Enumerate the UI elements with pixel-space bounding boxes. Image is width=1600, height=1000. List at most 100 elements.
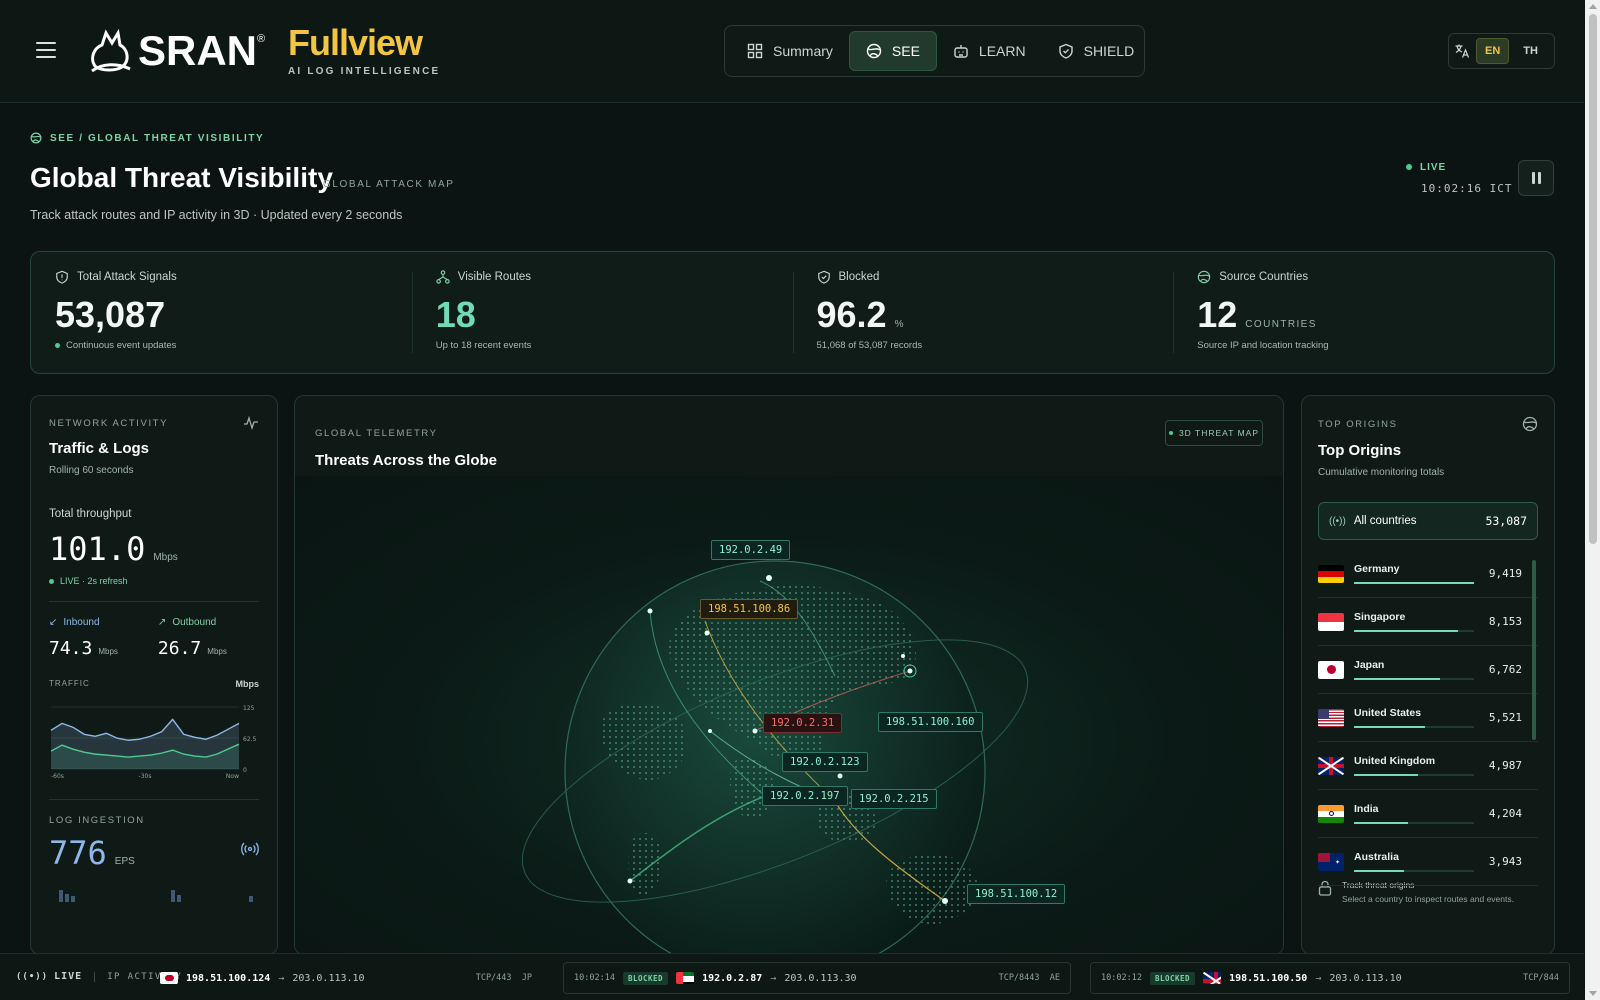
origin-bar-fill: [1354, 822, 1408, 824]
shield-icon: [56, 270, 68, 284]
origin-bar-fill: [1354, 774, 1418, 776]
nav-summary[interactable]: Summary: [731, 31, 849, 71]
nav-learn[interactable]: LEARN: [937, 31, 1042, 71]
stat-visible-routes: Visible Routes 18 Up to 18 recent events: [411, 252, 793, 373]
origin-bar-fill: [1354, 582, 1474, 584]
shield-icon: [1058, 43, 1073, 59]
origin-row-germany[interactable]: Germany 9,419: [1318, 550, 1538, 598]
scroll-down-arrow[interactable]: [1589, 991, 1597, 996]
origin-value: 4,204: [1488, 807, 1522, 820]
outbound-arrow-icon: ↗: [157, 617, 167, 628]
origin-row-japan[interactable]: Japan 6,762: [1318, 646, 1538, 694]
origin-bar-fill: [1354, 678, 1441, 680]
stat-value: 96.2: [816, 294, 887, 335]
stat-blocked: Blocked 96.2% 51,068 of 53,087 records: [792, 252, 1174, 373]
nav-summary-label: Summary: [773, 43, 833, 59]
ticker-protocol: TCP/443 JP: [475, 973, 532, 983]
origin-name: Australia: [1354, 851, 1399, 863]
logo-registered: ®: [257, 33, 266, 45]
log-ingestion-unit: EPS: [114, 856, 135, 867]
ticker-dest-ip: 203.0.113.10: [1329, 972, 1402, 984]
panel-eyebrow: NETWORK ACTIVITY: [49, 417, 169, 429]
sran-logo[interactable]: SRAN ®: [88, 26, 265, 76]
ticker-item[interactable]: 10:02:12 BLOCKED 198.51.100.50 → 203.0.113.1…: [1090, 962, 1570, 994]
arrow-right-icon: →: [1315, 972, 1322, 984]
lang-en-button[interactable]: EN: [1476, 38, 1510, 64]
list-scrollbar[interactable]: [1532, 560, 1536, 740]
brand-title: Fullview: [288, 22, 423, 63]
logo-text: SRAN: [138, 27, 258, 74]
stat-note: Source IP and location tracking: [1197, 340, 1329, 351]
log-ingestion-value: 776: [49, 834, 107, 872]
nav-shield[interactable]: SHIELD: [1042, 31, 1151, 71]
top-origins-panel: TOP ORIGINS Top Origins Cumulative monit…: [1301, 395, 1555, 955]
all-countries-label: All countries: [1353, 515, 1417, 527]
stat-label: Blocked: [838, 271, 880, 283]
log-bars-chart: [59, 890, 253, 902]
inbound-value: 74.3: [49, 638, 93, 659]
origin-name: Japan: [1354, 659, 1385, 671]
ip-tag-192.0.2.49[interactable]: 192.0.2.49: [711, 540, 791, 560]
scroll-up-arrow[interactable]: [1589, 4, 1597, 9]
ip-tag-192.0.2.197[interactable]: 192.0.2.197: [762, 786, 848, 806]
arrow-right-icon: →: [278, 972, 285, 984]
page-scrollbar[interactable]: [1585, 0, 1600, 1000]
all-countries-button[interactable]: ((•)) All countries 53,087: [1318, 502, 1538, 540]
panel-title: Threats Across the Globe: [315, 452, 497, 469]
ticker-source-ip: 198.51.100.50: [1229, 972, 1308, 984]
origin-row-australia[interactable]: ✦ Australia 3,943: [1318, 838, 1538, 886]
globe-icon: [30, 132, 42, 144]
panel-subtitle: Cumulative monitoring totals: [1318, 467, 1445, 478]
ip-tag-192.0.2.215[interactable]: 192.0.2.215: [851, 789, 937, 809]
origin-bar-fill: [1354, 726, 1425, 728]
inbound-metric: ↙ Inbound 74.3 Mbps: [49, 617, 118, 659]
ticker-item[interactable]: 10:02:14 BLOCKED 192.0.2.87 → 203.0.113.30 TC…: [563, 962, 1071, 994]
status-badge: BLOCKED: [1149, 971, 1196, 985]
origin-value: 4,987: [1488, 759, 1522, 772]
translate-icon: [1455, 44, 1470, 58]
pause-icon-bar: [1537, 172, 1541, 184]
divider: [49, 799, 259, 800]
globe-icon: [1522, 416, 1538, 432]
pause-button[interactable]: [1518, 160, 1554, 196]
origin-value: 3,943: [1488, 855, 1522, 868]
ticker-dest-ip: 203.0.113.30: [784, 972, 857, 984]
origins-list[interactable]: Germany 9,419 Singapore 8,153 Japan 6,762 Unit…: [1318, 550, 1538, 886]
origin-row-united-kingdom[interactable]: United Kingdom 4,987: [1318, 742, 1538, 790]
origin-value: 6,762: [1488, 663, 1522, 676]
nav-see[interactable]: SEE: [848, 31, 937, 71]
throughput-value: 101.0: [49, 530, 146, 568]
threat-globe[interactable]: 192.0.2.49 198.51.100.86 192.0.2.31 198.…: [295, 476, 1283, 954]
ticker-item[interactable]: 198.51.100.124 → 203.0.113.10 TCP/443 JP: [150, 962, 542, 994]
ip-tag-198.51.100.86[interactable]: 198.51.100.86: [700, 599, 799, 619]
flag-jp-icon: [1318, 660, 1344, 679]
panel-eyebrow: TOP ORIGINS: [1318, 418, 1398, 430]
main-nav: Summary SEE LEARN SHIELD: [724, 25, 1145, 77]
origin-row-united-states[interactable]: United States 5,521: [1318, 694, 1538, 742]
divider: [49, 601, 259, 602]
stat-unit: COUNTRIES: [1245, 319, 1317, 330]
stat-value: 12: [1197, 294, 1238, 335]
scroll-thumb[interactable]: [1589, 14, 1597, 544]
ip-tag-192.0.2.123[interactable]: 192.0.2.123: [782, 752, 868, 772]
divider: [94, 971, 96, 982]
stat-source-countries: Source Countries 12 COUNTRIES Source IP a…: [1173, 252, 1554, 373]
brand: Fullview AI LOG INTELLIGENCE: [288, 22, 440, 77]
lang-th-button[interactable]: TH: [1515, 38, 1546, 64]
page-title: Global Threat Visibility: [30, 162, 333, 193]
origin-bar: [1354, 582, 1474, 584]
ip-tag-198.51.100.12[interactable]: 198.51.100.12: [967, 884, 1066, 904]
grid-icon: [747, 43, 763, 59]
origin-name: Singapore: [1354, 611, 1406, 623]
flag-jp-icon: [160, 972, 178, 984]
inbound-arrow-icon: ↙: [49, 617, 58, 628]
3d-threat-map-button[interactable]: 3D THREAT MAP: [1165, 420, 1263, 446]
x-tick-label: Now: [226, 773, 239, 779]
origin-row-singapore[interactable]: Singapore 8,153: [1318, 598, 1538, 646]
origin-row-india[interactable]: India 4,204: [1318, 790, 1538, 838]
menu-icon[interactable]: [36, 42, 56, 58]
outbound-metric: ↗ Outbound 26.7 Mbps: [158, 617, 227, 659]
ip-tag-192.0.2.31[interactable]: 192.0.2.31: [763, 713, 843, 733]
ticker-protocol: TCP/844: [1523, 973, 1559, 983]
ip-tag-198.51.100.160[interactable]: 198.51.100.160: [878, 712, 983, 732]
